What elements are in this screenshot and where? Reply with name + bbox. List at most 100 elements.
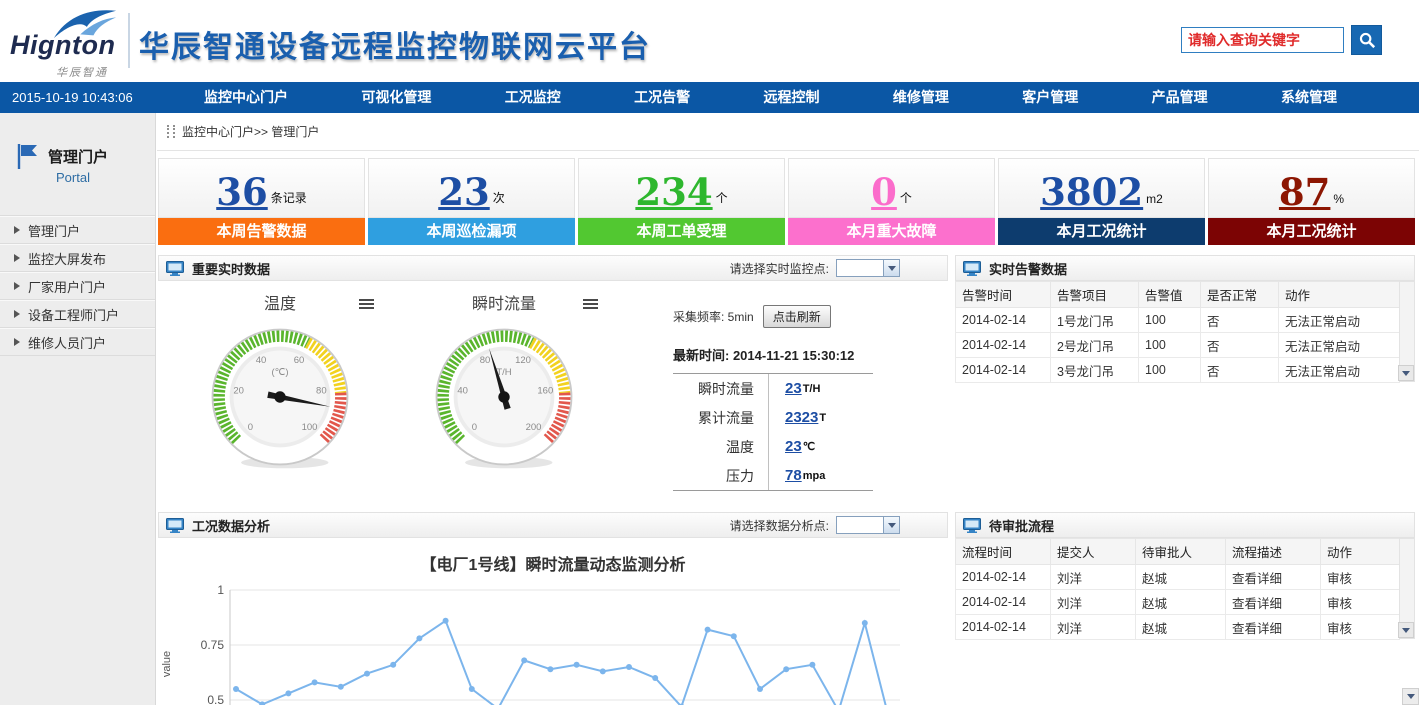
stat-cards-row: 36 条记录 本周告警数据 23 次 本周巡检漏项 234 个 本周工单受理 0… — [158, 158, 1415, 246]
analysis-chart-panel: 【电厂1号线】瞬时流量动态监测分析 1 0.75 0.5 value — [158, 538, 948, 705]
stat-card: 3802 m2 本月工况统计 — [998, 158, 1205, 246]
nav-item-monitoring-center[interactable]: 监控中心门户 — [196, 82, 296, 113]
y-tick: 0.75 — [201, 638, 225, 652]
svg-text:80: 80 — [480, 355, 491, 366]
stat-label-bar[interactable]: 本周工单受理 — [578, 218, 785, 245]
view-detail-link[interactable]: 查看详细 — [1226, 615, 1321, 640]
table-scrollbar[interactable] — [1399, 538, 1415, 639]
section-title: 工况数据分析 — [192, 516, 270, 535]
main-navbar: 2015-10-19 10:43:06 监控中心门户 可视化管理 工况监控 工况… — [0, 82, 1419, 113]
approve-link[interactable]: 审核 — [1321, 590, 1400, 615]
stat-label-bar[interactable]: 本月重大故障 — [788, 218, 995, 245]
instant-flow-gauge: 0 40 80 120 160 200 T/H — [428, 321, 580, 473]
select-label: 请选择实时监控点: — [730, 260, 829, 277]
stat-value: 3802 — [1040, 171, 1143, 213]
cell: 赵城 — [1136, 590, 1226, 615]
section-title: 实时告警数据 — [989, 259, 1067, 278]
stat-unit: 条记录 — [271, 189, 307, 213]
sidebar-item-maintenance-portal[interactable]: 维修人员门户 — [0, 328, 155, 356]
scrollbar-down-button[interactable] — [1398, 622, 1414, 638]
stat-unit: 次 — [493, 189, 505, 213]
view-detail-link[interactable]: 查看详细 — [1226, 590, 1321, 615]
approve-link[interactable]: 审核 — [1321, 565, 1400, 590]
sidebar-item-factory-portal[interactable]: 厂家用户门户 — [0, 272, 155, 300]
nav-item-maintenance[interactable]: 维修管理 — [885, 82, 957, 113]
refresh-button[interactable]: 点击刷新 — [763, 305, 831, 328]
sidebar-item-engineer-portal[interactable]: 设备工程师门户 — [0, 300, 155, 328]
realtime-point-select[interactable] — [836, 259, 900, 277]
cell: 100 — [1139, 358, 1201, 383]
collection-frequency-label: 采集频率: 5min — [673, 308, 754, 325]
section-title: 待审批流程 — [989, 516, 1054, 535]
monitor-icon — [166, 518, 184, 533]
stat-value: 36 — [216, 171, 268, 213]
nav-item-condition-monitoring[interactable]: 工况监控 — [497, 82, 569, 113]
nav-item-customer[interactable]: 客户管理 — [1014, 82, 1086, 113]
realtime-data-panel: 温度 0 20 40 60 80 100 (℃) 瞬时流量 — [158, 281, 948, 512]
stat-value: 23 — [438, 171, 490, 213]
sidebar-item-admin-portal[interactable]: 管理门户 — [0, 216, 155, 244]
latest-time-label: 最新时间: 2014-11-21 15:30:12 — [673, 345, 923, 364]
view-detail-link[interactable]: 查看详细 — [1226, 565, 1321, 590]
search-button[interactable] — [1351, 25, 1382, 55]
reading-row: 压力 78 mpa — [673, 461, 873, 490]
cell: 2014-02-14 — [956, 308, 1051, 333]
search-input[interactable] — [1181, 27, 1344, 53]
table-header-row: 流程时间 提交人 待审批人 流程描述 动作 — [956, 539, 1400, 565]
stat-unit: m2 — [1146, 192, 1163, 213]
stat-card: 36 条记录 本周告警数据 — [158, 158, 365, 246]
flow-gauge-block: 瞬时流量 0 40 80 120 160 200 T/H — [424, 293, 584, 478]
chevron-down-icon[interactable] — [883, 260, 899, 276]
stat-label-bar[interactable]: 本月工况统计 — [998, 218, 1205, 245]
cell: 刘洋 — [1051, 590, 1136, 615]
svg-text:0: 0 — [472, 422, 477, 433]
section-header-pending-approvals: 待审批流程 — [955, 512, 1415, 538]
stat-label-bar[interactable]: 本周巡检漏项 — [368, 218, 575, 245]
nav-item-remote-control[interactable]: 远程控制 — [756, 82, 828, 113]
divider — [128, 13, 130, 68]
stat-label-bar[interactable]: 本月工况统计 — [1208, 218, 1415, 245]
analysis-point-select[interactable] — [836, 516, 900, 534]
cell: 无法正常启动 — [1279, 333, 1400, 358]
scrollbar-down-button[interactable] — [1398, 365, 1414, 381]
clock-timestamp: 2015-10-19 10:43:06 — [12, 82, 133, 113]
section-title: 重要实时数据 — [192, 259, 270, 278]
approve-link[interactable]: 审核 — [1321, 615, 1400, 640]
cell: 否 — [1201, 358, 1279, 383]
portal-subtitle: Portal — [56, 170, 90, 185]
stat-value: 0 — [871, 171, 897, 213]
page-scrollbar-down-button[interactable] — [1402, 688, 1419, 705]
search-icon — [1358, 31, 1376, 49]
gauge-title: 瞬时流量 — [424, 293, 584, 317]
chevron-down-icon[interactable] — [883, 517, 899, 533]
reading-value: 78 — [785, 467, 802, 484]
column-header: 告警值 — [1139, 282, 1201, 308]
column-header: 待审批人 — [1136, 539, 1226, 565]
table-row: 2014-02-14 刘洋 赵城 查看详细 审核 — [956, 615, 1400, 640]
cell: 赵城 — [1136, 615, 1226, 640]
column-header: 告警时间 — [956, 282, 1051, 308]
chart-menu-icon[interactable] — [583, 299, 598, 309]
nav-item-condition-alarm[interactable]: 工况告警 — [626, 82, 698, 113]
sidebar-item-screen-publish[interactable]: 监控大屏发布 — [0, 244, 155, 272]
reading-unit: T — [819, 412, 826, 424]
approval-table: 流程时间 提交人 待审批人 流程描述 动作 2014-02-14 刘洋 赵城 查… — [955, 538, 1400, 640]
arrow-right-icon — [14, 226, 20, 234]
table-scrollbar[interactable] — [1399, 281, 1415, 382]
app-title: 华辰智通设备远程监控物联网云平台 — [139, 22, 651, 66]
sidebar-item-label: 维修人员门户 — [28, 333, 106, 352]
cell: 刘洋 — [1051, 615, 1136, 640]
nav-item-system[interactable]: 系统管理 — [1273, 82, 1345, 113]
logo: Hignton 华辰智通 — [10, 6, 128, 80]
svg-text:200: 200 — [526, 422, 542, 433]
temperature-gauge-block: 温度 0 20 40 60 80 100 (℃) — [200, 293, 360, 478]
reading-unit: ℃ — [803, 440, 815, 453]
nav-item-visualization[interactable]: 可视化管理 — [353, 82, 439, 113]
nav-item-product[interactable]: 产品管理 — [1144, 82, 1216, 113]
arrow-right-icon — [14, 254, 20, 262]
stat-label-bar[interactable]: 本周告警数据 — [158, 218, 365, 245]
reading-label: 瞬时流量 — [673, 374, 769, 403]
chart-menu-icon[interactable] — [359, 299, 374, 309]
table-row: 2014-02-14 3号龙门吊 100 否 无法正常启动 — [956, 358, 1400, 383]
cell: 2014-02-14 — [956, 615, 1051, 640]
